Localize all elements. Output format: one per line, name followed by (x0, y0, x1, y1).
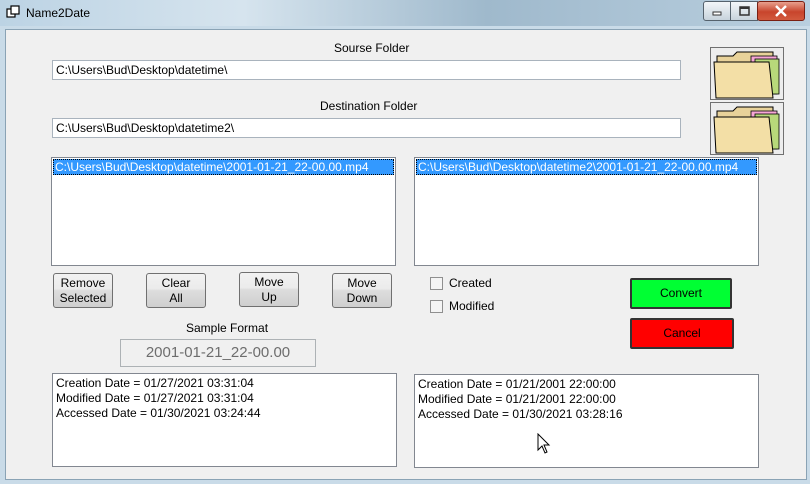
move-down-button[interactable]: Move Down (332, 273, 392, 308)
destination-creation-date: Creation Date = 01/21/2001 22:00:00 (418, 377, 616, 391)
remove-selected-button[interactable]: Remove Selected (53, 273, 113, 308)
destination-file-list[interactable]: C:\Users\Bud\Desktop\datetime2\2001-01-2… (414, 157, 759, 266)
modified-label[interactable]: Modified (449, 299, 494, 313)
convert-label: Convert (659, 286, 703, 300)
maximize-icon (739, 6, 750, 16)
modified-checkbox[interactable] (430, 300, 443, 313)
remove-selected-label: Remove Selected (59, 275, 107, 305)
maximize-button[interactable] (730, 1, 758, 21)
destination-file-info[interactable]: Creation Date = 01/21/2001 22:00:00 Modi… (414, 374, 759, 468)
browse-destination-button[interactable] (710, 102, 784, 155)
destination-modified-date: Modified Date = 01/21/2001 22:00:00 (418, 392, 616, 406)
clear-all-label: Clear All (161, 275, 191, 305)
app-window: Name2Date Sourse Folder C:\Users\Bud\Des… (0, 0, 810, 484)
sample-format-field: 2001-01-21_22-00.00 (120, 339, 316, 367)
created-label[interactable]: Created (449, 276, 492, 290)
convert-button[interactable]: Convert (630, 278, 732, 309)
sample-format-label: Sample Format (186, 321, 269, 335)
minimize-icon (712, 11, 722, 16)
window-app-icon (6, 5, 20, 18)
source-folder-input[interactable]: C:\Users\Bud\Desktop\datetime\ (52, 60, 681, 80)
created-checkbox[interactable] (430, 277, 443, 290)
destination-accessed-date: Accessed Date = 01/30/2021 03:28:16 (418, 407, 623, 421)
move-up-label: Move Up (254, 274, 284, 304)
source-folder-label: Sourse Folder (334, 41, 410, 55)
move-down-label: Move Down (346, 275, 378, 305)
source-creation-date: Creation Date = 01/27/2021 03:31:04 (56, 376, 254, 390)
move-up-button[interactable]: Move Up (239, 272, 299, 307)
list-item[interactable]: C:\Users\Bud\Desktop\datetime\2001-01-21… (53, 159, 394, 175)
folder-icon (713, 51, 780, 99)
destination-folder-input[interactable]: C:\Users\Bud\Desktop\datetime2\ (52, 118, 681, 138)
window-title: Name2Date (26, 6, 91, 20)
title-bar[interactable]: Name2Date (0, 0, 810, 26)
minimize-button[interactable] (703, 1, 731, 21)
close-button[interactable] (757, 1, 805, 21)
source-accessed-date: Accessed Date = 01/30/2021 03:24:44 (56, 406, 261, 420)
source-modified-date: Modified Date = 01/27/2021 03:31:04 (56, 391, 254, 405)
folder-icon (713, 106, 780, 154)
browse-source-button[interactable] (710, 47, 784, 100)
mouse-pointer-icon (537, 433, 551, 454)
destination-folder-label: Destination Folder (320, 99, 418, 113)
cancel-button[interactable]: Cancel (630, 318, 734, 349)
source-file-list[interactable]: C:\Users\Bud\Desktop\datetime\2001-01-21… (51, 157, 396, 266)
close-icon (775, 5, 787, 17)
list-item[interactable]: C:\Users\Bud\Desktop\datetime2\2001-01-2… (416, 159, 757, 175)
source-file-info[interactable]: Creation Date = 01/27/2021 03:31:04 Modi… (52, 373, 397, 467)
clear-all-button[interactable]: Clear All (146, 273, 206, 308)
cancel-label: Cancel (663, 326, 701, 340)
